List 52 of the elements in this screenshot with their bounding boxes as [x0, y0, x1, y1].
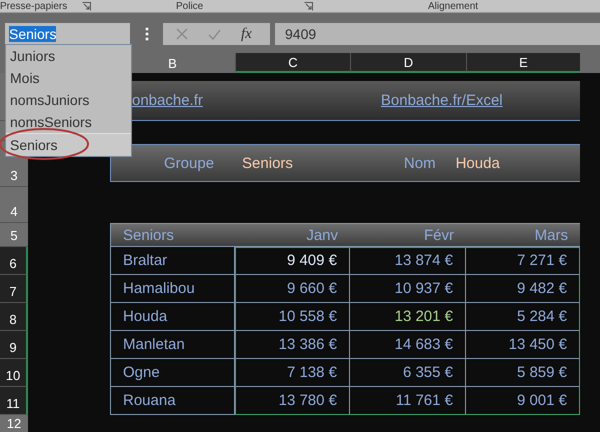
list-item[interactable]: nomsJuniors	[6, 89, 131, 111]
name-box[interactable]: Seniors	[5, 23, 130, 45]
row-header[interactable]: 8	[0, 303, 28, 331]
table-cell[interactable]: 13 201 €	[350, 303, 466, 331]
ribbon-group-label: Police	[175, 0, 204, 12]
table-cell[interactable]: 7 138 €	[235, 359, 350, 387]
table-cell[interactable]: 6 355 €	[350, 359, 466, 387]
name-box-text: Seniors	[9, 26, 56, 42]
table-cell[interactable]: 9 660 €	[235, 275, 350, 303]
ribbon-group-label: Alignement	[428, 0, 478, 12]
table-header-cell: Seniors	[110, 223, 235, 247]
table-cell[interactable]: 13 386 €	[235, 331, 350, 359]
dialog-launcher-icon[interactable]	[82, 2, 91, 10]
table-header-cell: Févr	[350, 223, 466, 247]
table-cell: Ogne	[110, 359, 235, 387]
ribbon-group-label: Presse-papiers	[0, 0, 68, 12]
row-header[interactable]: 11	[0, 387, 28, 415]
group-value[interactable]: Seniors	[242, 154, 293, 172]
name-label: Nom	[404, 154, 436, 172]
table-header-cell: Janv	[235, 223, 350, 247]
website-link[interactable]: Bonbache.fr/Excel	[380, 92, 503, 109]
table-cell[interactable]: 10 937 €	[350, 275, 466, 303]
check-icon[interactable]	[208, 28, 221, 40]
row-header[interactable]: 9	[0, 331, 28, 359]
column-header[interactable]: C	[235, 53, 350, 73]
website-link[interactable]: onbache.fr	[132, 92, 203, 109]
table-cell: Manletan	[110, 331, 235, 359]
row-header[interactable]: 4	[0, 187, 28, 223]
table-cell: Rouana	[110, 387, 235, 415]
row-header[interactable]: 12	[0, 415, 28, 432]
group-label: Groupe	[164, 154, 214, 172]
column-header[interactable]: D	[350, 53, 466, 73]
row-header[interactable]: 5	[0, 223, 28, 247]
table-cell[interactable]: 14 683 €	[350, 331, 466, 359]
row-header[interactable]: 6	[0, 247, 28, 275]
table-cell: Braltar	[110, 247, 235, 275]
more-icon[interactable]	[145, 27, 149, 41]
list-item[interactable]: nomsSeniors	[6, 111, 131, 133]
table-cell[interactable]: 9 409 €	[235, 247, 350, 275]
table-cell: Houda	[110, 303, 235, 331]
row-header[interactable]: 10	[0, 359, 28, 387]
table-cell: Hamalibou	[110, 275, 235, 303]
column-header[interactable]: E	[466, 53, 580, 73]
row-header[interactable]: 7	[0, 275, 28, 303]
list-item[interactable]: Seniors	[6, 133, 131, 156]
insert-function-button[interactable]: fx	[241, 26, 252, 42]
name-value[interactable]: Houda	[456, 154, 500, 172]
formula-field[interactable]: 9409	[275, 23, 600, 45]
table-cell[interactable]: 10 558 €	[235, 303, 350, 331]
dialog-launcher-icon[interactable]	[304, 2, 313, 10]
table-header-cell: Mars	[466, 223, 580, 247]
table-cell[interactable]: 13 874 €	[350, 247, 466, 275]
